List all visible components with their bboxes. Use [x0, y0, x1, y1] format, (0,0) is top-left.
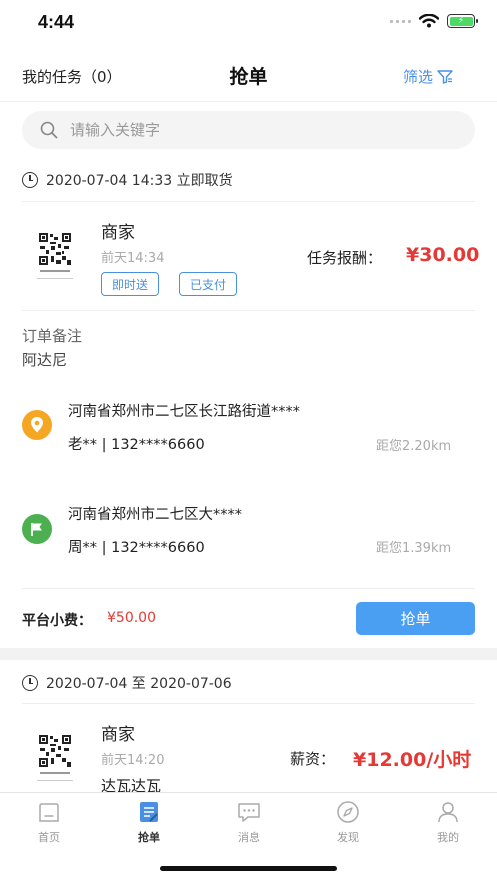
divider	[22, 201, 475, 202]
tab-discover-label: 发现	[337, 831, 359, 844]
home-icon	[39, 803, 59, 822]
pickup-distance: 距您2.20km	[376, 439, 452, 454]
search-input[interactable]	[70, 121, 450, 139]
status-bar: 4:44 ⚡	[0, 0, 497, 50]
merchant-qrcode	[30, 232, 80, 294]
tab-messages-label: 消息	[238, 831, 260, 844]
tag-instant-delivery: 即时送	[101, 272, 160, 296]
home-indicator	[160, 866, 337, 871]
compass-icon	[337, 801, 359, 823]
grab-order-icon	[140, 802, 158, 822]
status-icons: ⚡	[390, 14, 478, 28]
dropoff-contact: 周** | 132****6660	[68, 540, 205, 556]
order-header: 2020-07-04 14:33 立即取货	[22, 170, 233, 190]
section-separator	[0, 648, 497, 660]
tag-paid: 已支付	[179, 272, 238, 296]
search-bar	[22, 111, 475, 149]
tab-grab-order[interactable]: 抢单	[119, 799, 179, 845]
dropoff-flag-icon	[22, 514, 52, 544]
merchant-name: 商家	[101, 725, 135, 745]
divider	[22, 588, 475, 589]
wifi-icon	[419, 14, 439, 28]
clock-icon	[22, 172, 38, 188]
order-post-time: 前天14:34	[101, 251, 165, 266]
platform-fee-label: 平台小费：	[22, 613, 92, 629]
order-header: 2020-07-04 至 2020-07-06	[22, 673, 232, 693]
order-post-time: 前天14:20	[101, 753, 165, 768]
user-icon	[438, 802, 458, 823]
order-time-label: 2020-07-04 14:33 立即取货	[46, 173, 233, 189]
tab-grab-order-label: 抢单	[138, 831, 160, 844]
dropoff-distance: 距您1.39km	[376, 541, 452, 556]
remark-text: 阿达尼	[22, 351, 68, 369]
pickup-contact: 老** | 132****6660	[68, 437, 205, 453]
qrcode-icon	[38, 734, 72, 768]
reward-label: 任务报酬：	[307, 249, 383, 267]
platform-fee-value: ¥50.00	[107, 610, 156, 626]
salary-value: ¥12.00/小时	[353, 749, 472, 771]
tab-profile-label: 我的	[437, 831, 459, 844]
reward-value: ¥30.00	[406, 244, 480, 266]
status-time: 4:44	[38, 12, 75, 32]
grab-order-button[interactable]: 抢单	[356, 602, 475, 635]
salary-label: 薪资：	[290, 750, 336, 768]
merchant-qrcode	[30, 734, 80, 796]
tab-home-label: 首页	[38, 831, 60, 844]
pickup-location-icon	[22, 410, 52, 440]
filter-label: 筛选	[402, 68, 433, 86]
tab-messages[interactable]: 消息	[219, 799, 279, 845]
battery-icon: ⚡	[447, 14, 478, 28]
tab-discover[interactable]: 发现	[318, 799, 378, 845]
my-tasks-link[interactable]: 我的任务（0）	[22, 66, 122, 87]
remark-title: 订单备注	[22, 327, 83, 345]
nav-bar: 我的任务（0） 抢单 筛选	[0, 50, 497, 102]
divider	[22, 310, 475, 311]
clock-icon	[22, 675, 38, 691]
tab-profile[interactable]: 我的	[418, 799, 478, 845]
signal-icon	[390, 19, 411, 23]
pickup-address: 河南省郑州市二七区长江路街道****	[68, 404, 300, 420]
filter-button[interactable]: 筛选	[403, 66, 453, 87]
order-date-range: 2020-07-04 至 2020-07-06	[46, 676, 232, 692]
search-icon	[40, 121, 58, 139]
dropoff-address: 河南省郑州市二七区大****	[68, 507, 242, 523]
message-icon	[238, 803, 260, 822]
divider	[22, 703, 475, 704]
merchant-name: 商家	[101, 223, 135, 243]
tab-home[interactable]: 首页	[19, 799, 79, 845]
qrcode-icon	[38, 232, 72, 266]
filter-icon	[437, 69, 453, 84]
